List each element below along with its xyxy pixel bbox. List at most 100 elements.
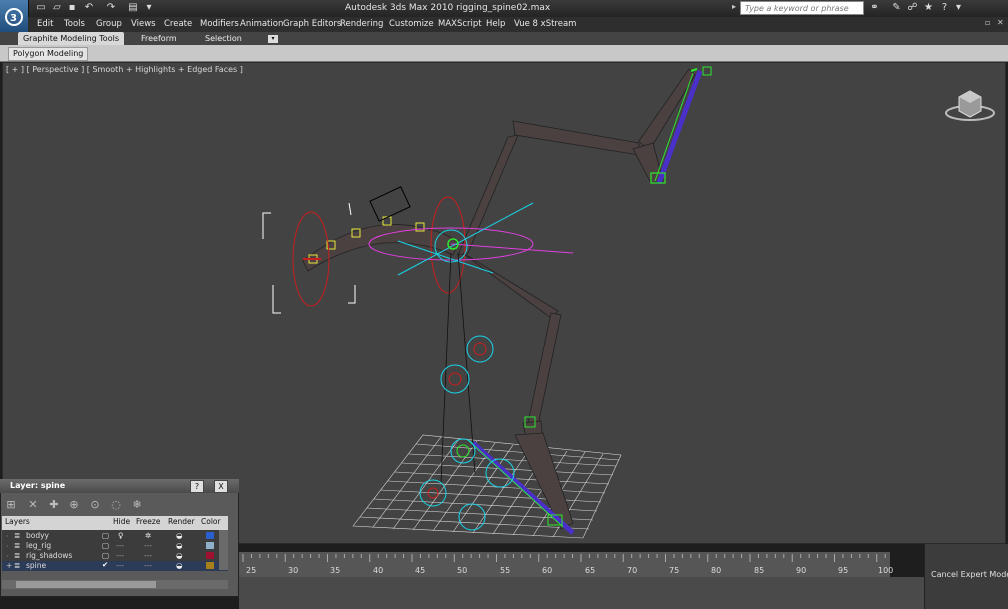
column-color[interactable]: Color bbox=[201, 517, 221, 526]
menu-rendering[interactable]: Rendering bbox=[340, 17, 383, 32]
layer-icon: ≣ bbox=[14, 531, 21, 540]
layer-vertical-scrollbar[interactable] bbox=[219, 530, 228, 570]
scroll-thumb[interactable] bbox=[16, 581, 156, 588]
restore-window-icon[interactable]: ▫ bbox=[985, 18, 990, 27]
binoculars-icon[interactable]: ⚭ bbox=[868, 2, 881, 14]
layer-icon: ≣ bbox=[14, 551, 21, 560]
menu-modifiers[interactable]: Modifiers bbox=[200, 17, 239, 32]
favorites-star-icon[interactable]: ★ bbox=[922, 2, 935, 14]
layer-name: leg_rig bbox=[26, 541, 52, 550]
timeline-tick-label: 90 bbox=[796, 566, 807, 575]
add-to-layer-icon[interactable]: ✚ bbox=[48, 499, 60, 511]
freeze-dash-icon[interactable]: --- bbox=[144, 541, 152, 550]
tab-graphite-modeling-tools[interactable]: Graphite Modeling Tools bbox=[18, 32, 124, 45]
teapot-render-icon[interactable]: ◒ bbox=[176, 541, 183, 550]
tab-freeform[interactable]: Freeform bbox=[141, 33, 177, 44]
delete-layer-icon[interactable]: ✕ bbox=[27, 499, 39, 511]
expand-icon[interactable]: · bbox=[6, 552, 8, 561]
current-layer-checkbox[interactable]: ▢ bbox=[102, 541, 109, 550]
menu-customize[interactable]: Customize bbox=[389, 17, 434, 32]
search-input[interactable]: Type a keyword or phrase bbox=[740, 1, 864, 15]
viewport-label[interactable]: [ + ] [ Perspective ] [ Smooth + Highlig… bbox=[6, 65, 243, 74]
communication-center-icon[interactable]: ☍ bbox=[906, 2, 919, 14]
layer-color-swatch[interactable] bbox=[206, 532, 214, 539]
layer-horizontal-scrollbar[interactable] bbox=[2, 580, 228, 589]
polygon-modeling-panel-button[interactable]: Polygon Modeling bbox=[8, 47, 89, 61]
new-file-icon[interactable]: ▭ bbox=[34, 2, 48, 14]
layer-name: bodyy bbox=[26, 531, 49, 540]
menu-views[interactable]: Views bbox=[131, 17, 156, 32]
column-layers[interactable]: Layers bbox=[5, 517, 30, 526]
lightbulb-icon[interactable]: ♀ bbox=[118, 531, 124, 540]
hide-dash-icon[interactable]: --- bbox=[116, 541, 124, 550]
layer-help-button[interactable]: ? bbox=[190, 480, 204, 493]
column-hide[interactable]: Hide bbox=[113, 517, 130, 526]
menu-edit[interactable]: Edit bbox=[37, 17, 53, 32]
timeline-tick-label: 70 bbox=[627, 566, 638, 575]
menu-animation[interactable]: Animation bbox=[240, 17, 283, 32]
layer-manager-icon[interactable]: ⊞ bbox=[5, 499, 17, 511]
layer-color-swatch[interactable] bbox=[206, 542, 214, 549]
viewcube-icon[interactable] bbox=[945, 85, 995, 125]
project-folder-icon[interactable]: ▤ bbox=[126, 2, 140, 14]
layer-icon: ≣ bbox=[14, 561, 21, 570]
app-logo-button[interactable]: 3 bbox=[0, 0, 29, 34]
table-row-selected[interactable]: + ≣ spine ✔ --- --- ◒ bbox=[2, 560, 228, 571]
teapot-render-icon[interactable]: ◒ bbox=[176, 551, 183, 560]
table-row[interactable]: · ≣ rig_shadows ▢ --- --- ◒ bbox=[2, 551, 228, 561]
menu-vue-xstream[interactable]: Vue 8 xStream bbox=[514, 17, 576, 32]
hide-all-layers-icon[interactable]: ◌ bbox=[110, 499, 122, 511]
hide-dash-icon[interactable]: --- bbox=[116, 551, 124, 560]
select-objects-in-layer-icon[interactable]: ⊕ bbox=[68, 499, 80, 511]
freeze-all-layers-icon[interactable]: ❄ bbox=[131, 499, 143, 511]
layer-color-swatch[interactable] bbox=[206, 562, 214, 569]
undo-icon[interactable]: ↶ bbox=[82, 2, 96, 14]
menu-graph-editors[interactable]: Graph Editors bbox=[283, 17, 341, 32]
timeline-tick-label: 65 bbox=[585, 566, 596, 575]
viewcube-graphic bbox=[945, 90, 995, 121]
window-title: Autodesk 3ds Max 2010 rigging_spine02.ma… bbox=[345, 3, 551, 13]
help-dropdown-icon[interactable]: ▾ bbox=[952, 2, 965, 14]
current-layer-checkbox[interactable]: ▢ bbox=[102, 551, 109, 560]
menu-create[interactable]: Create bbox=[164, 17, 192, 32]
freeze-icon[interactable]: ✲ bbox=[145, 531, 151, 540]
open-file-icon[interactable]: ▱ bbox=[50, 2, 64, 14]
search-expand-icon[interactable]: ▸ bbox=[732, 2, 740, 14]
quick-access-dropdown-icon[interactable]: ▾ bbox=[142, 2, 156, 14]
redo-icon[interactable]: ↷ bbox=[104, 2, 118, 14]
perspective-viewport[interactable] bbox=[2, 62, 1006, 544]
layer-close-button[interactable]: X bbox=[214, 480, 228, 493]
arm-bones bbox=[457, 68, 696, 256]
timeline-tick-label: 85 bbox=[754, 566, 765, 575]
timeline-tick-label: 100 bbox=[878, 566, 894, 575]
table-row[interactable]: · ≣ leg_rig ▢ --- --- ◒ bbox=[2, 541, 228, 551]
expand-icon[interactable]: · bbox=[6, 532, 8, 541]
timeline-tick-label: 40 bbox=[373, 566, 384, 575]
tab-selection[interactable]: Selection bbox=[205, 33, 242, 44]
current-layer-checkmark-icon[interactable]: ✔ bbox=[102, 560, 108, 569]
highlight-layer-icon[interactable]: ⊙ bbox=[89, 499, 101, 511]
column-freeze[interactable]: Freeze bbox=[136, 517, 160, 526]
freeze-dash-icon[interactable]: --- bbox=[144, 551, 152, 560]
close-window-icon[interactable]: ✕ bbox=[997, 18, 1004, 27]
hide-dash-icon[interactable]: --- bbox=[116, 561, 124, 570]
layer-color-swatch[interactable] bbox=[206, 552, 214, 559]
save-icon[interactable]: ▪ bbox=[65, 2, 79, 14]
timeline-tick-label: 25 bbox=[246, 566, 257, 575]
help-icon[interactable]: ? bbox=[938, 2, 951, 14]
expand-icon[interactable]: + bbox=[6, 561, 12, 570]
menu-group[interactable]: Group bbox=[96, 17, 122, 32]
ribbon-minimize-icon[interactable]: ▾ bbox=[268, 35, 278, 43]
freeze-dash-icon[interactable]: --- bbox=[144, 561, 152, 570]
subscription-icon[interactable]: ✎ bbox=[890, 2, 903, 14]
current-layer-checkbox[interactable]: ▢ bbox=[102, 531, 109, 540]
expand-icon[interactable]: · bbox=[6, 542, 8, 551]
3ds-max-logo-icon: 3 bbox=[5, 8, 23, 26]
menu-tools[interactable]: Tools bbox=[64, 17, 85, 32]
menu-maxscript[interactable]: MAXScript bbox=[438, 17, 482, 32]
table-row[interactable]: · ≣ bodyy ▢ ♀ ✲ ◒ bbox=[2, 531, 228, 541]
teapot-render-icon[interactable]: ◒ bbox=[176, 561, 183, 570]
teapot-render-icon[interactable]: ◒ bbox=[176, 531, 183, 540]
column-render[interactable]: Render bbox=[168, 517, 195, 526]
menu-help[interactable]: Help bbox=[486, 17, 505, 32]
